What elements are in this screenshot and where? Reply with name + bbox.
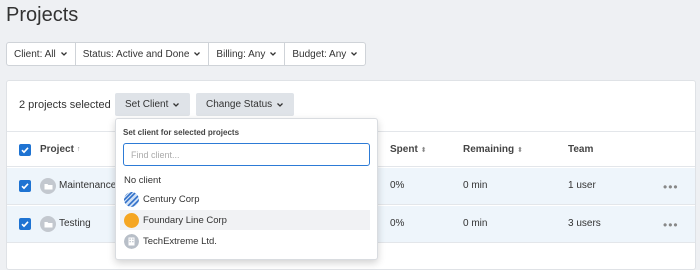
change-status-label: Change Status: [206, 99, 273, 110]
checkmark-icon: [21, 147, 29, 154]
filter-budget-label: Budget: Any: [292, 48, 347, 60]
row-checkbox[interactable]: [19, 218, 31, 230]
team-value: 3 users: [568, 218, 601, 229]
project-name[interactable]: Testing: [59, 218, 91, 229]
spent-value: 0%: [390, 180, 405, 191]
dropdown-title: Set client for selected projects: [123, 128, 240, 137]
project-name[interactable]: Maintenance: [59, 180, 116, 191]
change-status-button[interactable]: Change Status: [196, 93, 295, 116]
no-client-label: No client: [124, 174, 161, 186]
filter-billing-label: Billing: Any: [216, 48, 266, 60]
filter-status-label: Status: Active and Done: [82, 48, 190, 60]
folder-icon: [40, 216, 56, 232]
chevron-down-icon: [351, 52, 358, 56]
dropdown-item-foundary-line-corp[interactable]: Foundary Line Corp: [120, 210, 370, 230]
set-client-label: Set Client: [125, 99, 169, 110]
more-options-icon[interactable]: •••: [663, 218, 679, 232]
column-project[interactable]: Project ↑: [40, 144, 80, 155]
client-name: Foundary Line Corp: [143, 214, 227, 226]
chevron-down-icon: [277, 102, 284, 107]
set-client-dropdown: Set client for selected projects No clie…: [115, 118, 378, 260]
sort-icon: ⬍: [420, 146, 427, 154]
team-value: 1 user: [568, 180, 596, 191]
column-project-label: Project: [40, 144, 74, 155]
chevron-down-icon: [270, 52, 277, 56]
filter-budget[interactable]: Budget: Any: [285, 43, 365, 65]
more-options-icon[interactable]: •••: [663, 180, 679, 194]
column-spent[interactable]: Spent ⬍: [390, 144, 427, 155]
sort-up-icon: ↑: [76, 146, 81, 153]
filter-billing[interactable]: Billing: Any: [209, 43, 286, 65]
chevron-down-icon: [173, 102, 180, 107]
dropdown-item-techextreme[interactable]: TechExtreme Ltd.: [120, 231, 370, 251]
spent-value: 0%: [390, 218, 405, 229]
remaining-value: 0 min: [463, 180, 488, 191]
dropdown-item-century-corp[interactable]: Century Corp: [120, 189, 370, 209]
page-title: Projects: [6, 4, 79, 26]
sort-icon: ⬍: [517, 146, 523, 154]
column-spent-label: Spent: [390, 144, 418, 155]
checkmark-icon: [21, 221, 29, 228]
remaining-value: 0 min: [463, 218, 488, 229]
dropdown-item-no-client[interactable]: No client: [120, 170, 370, 190]
chevron-down-icon: [194, 52, 201, 56]
filter-status[interactable]: Status: Active and Done: [76, 43, 210, 65]
select-all-checkbox[interactable]: [19, 144, 31, 156]
row-checkbox[interactable]: [19, 180, 31, 192]
filter-bar: Client: All Status: Active and Done Bill…: [6, 42, 367, 66]
chevron-down-icon: [60, 52, 67, 56]
selected-count: 2 projects selected: [19, 99, 111, 111]
column-team: Team: [568, 144, 593, 155]
column-remaining-label: Remaining: [463, 144, 515, 155]
folder-icon: [40, 178, 56, 194]
column-remaining[interactable]: Remaining ⬍: [463, 144, 523, 155]
building-icon: [124, 233, 139, 249]
client-name: Century Corp: [143, 193, 200, 205]
filter-client[interactable]: Client: All: [7, 43, 76, 65]
client-name: TechExtreme Ltd.: [143, 235, 217, 247]
orange-circle-icon: [124, 212, 139, 228]
striped-circle-icon: [124, 191, 139, 207]
client-search-input[interactable]: [123, 143, 370, 166]
checkmark-icon: [21, 183, 29, 190]
filter-client-label: Client: All: [14, 48, 56, 60]
set-client-button[interactable]: Set Client: [115, 93, 191, 116]
column-team-label: Team: [568, 144, 594, 155]
